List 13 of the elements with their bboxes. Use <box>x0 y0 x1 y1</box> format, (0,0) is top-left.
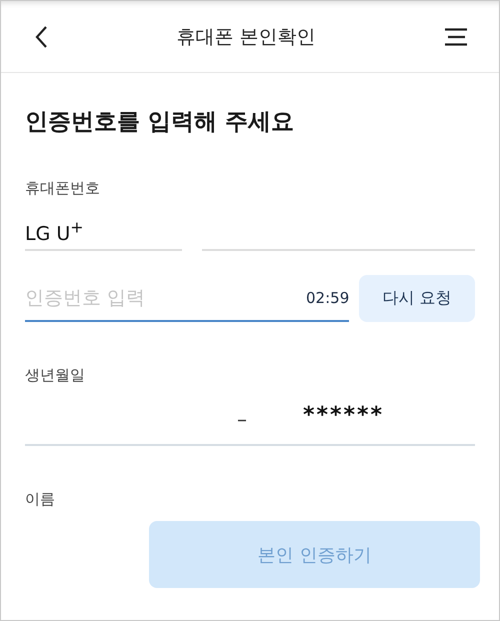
carrier-select[interactable]: LG U$^{+}$ <box>25 215 182 251</box>
countdown-timer: 02:59 <box>306 289 350 307</box>
back-icon[interactable] <box>34 24 48 48</box>
field-label: 이름 <box>25 489 56 510</box>
separator-dash: – <box>237 407 247 431</box>
page-title: 휴대폰 본인확인 <box>176 24 316 50</box>
masked-digits: ****** <box>303 402 384 428</box>
birthdate-field[interactable]: – ****** <box>25 386 475 446</box>
field-label: 생년월일 <box>25 365 86 386</box>
page-heading: 인증번호를 입력해 주세요 <box>25 108 296 137</box>
resend-button[interactable]: 다시 요청 <box>359 275 475 322</box>
menu-icon[interactable] <box>444 28 468 46</box>
field-label: 휴대폰번호 <box>25 178 101 199</box>
